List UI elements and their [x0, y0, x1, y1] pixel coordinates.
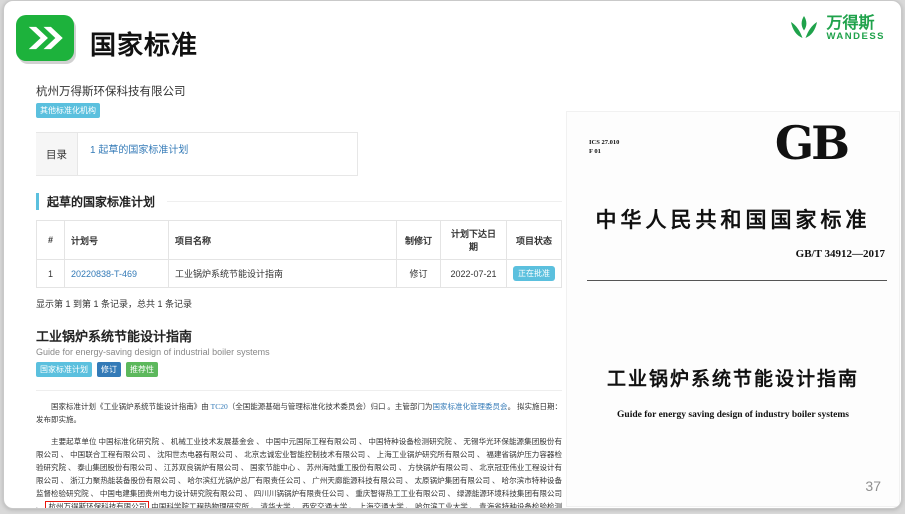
- standard-cover: ICS 27.010 F 01 GB 中华人民共和国国家标准 GB/T 3491…: [566, 111, 900, 507]
- logo-name-en: WANDESS: [826, 32, 885, 42]
- th-index: #: [37, 221, 65, 260]
- plan-no-link[interactable]: 20220838-T-469: [71, 269, 137, 279]
- plan-table-row: 1 20220838-T-469 工业锅炉系统节能设计指南 修订 2022-07…: [37, 260, 562, 288]
- cell-revision: 修订: [397, 260, 441, 288]
- th-plan-no: 计划号: [65, 221, 169, 260]
- toc-link[interactable]: 1 起草的国家标准计划: [90, 145, 188, 156]
- para1-text-2: （全国能源基础与管理标准化技术委员会）归口 。主管部门为: [228, 402, 433, 411]
- para-drafting-units: 主要起草单位 中国标准化研究院 、 机械工业技术发展基金会 、 中国中元国际工程…: [36, 435, 562, 509]
- ics-line-2: F 01: [589, 147, 619, 156]
- chevron-right-icon: [22, 21, 68, 55]
- cover-rule: [587, 280, 887, 281]
- cell-plan-no: 20220838-T-469: [65, 260, 169, 288]
- toc-box: 目录 1 起草的国家标准计划: [36, 132, 358, 176]
- company-highlight-box: 杭州万得斯环保科技有限公司: [45, 501, 149, 509]
- double-chevron-icon: [16, 15, 74, 61]
- sac-link[interactable]: 国家标准化管理委员会: [432, 402, 507, 411]
- divider: [36, 390, 562, 391]
- tag-revision: 修订: [97, 362, 121, 377]
- section-title: 起草的国家标准计划: [36, 193, 155, 210]
- para2-text-1: 主要起草单位 中国标准化研究院 、 机械工业技术发展基金会 、 中国中元国际工程…: [36, 437, 562, 509]
- plan-tags: 国家标准计划 修订 推荐性: [36, 362, 562, 377]
- tc20-link[interactable]: TC20: [211, 402, 228, 411]
- cell-issue-date: 2022-07-21: [441, 260, 507, 288]
- cover-title-en: Guide for energy saving design of indust…: [567, 410, 899, 420]
- cell-status: 正在批准: [507, 260, 562, 288]
- th-project-name: 项目名称: [169, 221, 397, 260]
- tag-recommended: 推荐性: [126, 362, 158, 377]
- wandess-logo-text: 万得斯 WANDESS: [826, 16, 885, 43]
- section-header: 起草的国家标准计划: [36, 193, 562, 210]
- toc-label: 目录: [36, 133, 78, 175]
- th-revision: 制修订: [397, 221, 441, 260]
- wandess-logo: 万得斯 WANDESS: [788, 13, 885, 45]
- ics-code: ICS 27.010 F 01: [589, 138, 619, 156]
- toc-body: 1 起草的国家标准计划: [78, 133, 200, 175]
- company-type-tag: 其他标准化机构: [36, 103, 100, 118]
- plan-title-en: Guide for energy-saving design of indust…: [36, 347, 562, 357]
- plans-table: # 计划号 项目名称 制修订 计划下达日期 项目状态 1 20220838-T-…: [36, 220, 562, 288]
- cell-index: 1: [37, 260, 65, 288]
- th-status: 项目状态: [507, 221, 562, 260]
- para1-text-1: 国家标准计划《工业锅炉系统节能设计指南》由: [51, 402, 211, 411]
- page-title: 国家标准: [90, 25, 198, 62]
- plan-title-zh: 工业锅炉系统节能设计指南: [36, 326, 562, 345]
- wandess-leaf-icon: [788, 13, 820, 45]
- standard-plan-webpage: 杭州万得斯环保科技有限公司 其他标准化机构 目录 1 起草的国家标准计划 起草的…: [36, 83, 562, 509]
- th-issue-date: 计划下达日期: [441, 221, 507, 260]
- section-rule: [167, 201, 562, 202]
- standard-code: GB/T 34912—2017: [796, 248, 885, 260]
- company-name: 杭州万得斯环保科技有限公司: [36, 83, 562, 99]
- tag-national-plan: 国家标准计划: [36, 362, 92, 377]
- gb-logo: GB: [775, 116, 847, 170]
- cover-heading: 中华人民共和国国家标准: [567, 204, 899, 234]
- cover-title-zh: 工业锅炉系统节能设计指南: [567, 364, 899, 391]
- logo-name-zh: 万得斯: [826, 16, 885, 33]
- ics-line-1: ICS 27.010: [589, 138, 619, 147]
- slide: 国家标准 万得斯 WANDESS 杭州万得斯环保科技有限公司 其他标准化机构 目…: [3, 0, 902, 509]
- plans-table-header-row: # 计划号 项目名称 制修订 计划下达日期 项目状态: [37, 221, 562, 260]
- status-badge: 正在批准: [513, 266, 555, 281]
- pagination-text: 显示第 1 到第 1 条记录，总共 1 条记录: [36, 297, 562, 310]
- cell-project-name: 工业锅炉系统节能设计指南: [169, 260, 397, 288]
- page-number: 37: [865, 478, 881, 494]
- para-plan-info: 国家标准计划《工业锅炉系统节能设计指南》由 TC20（全国能源基础与管理标准化技…: [36, 400, 562, 426]
